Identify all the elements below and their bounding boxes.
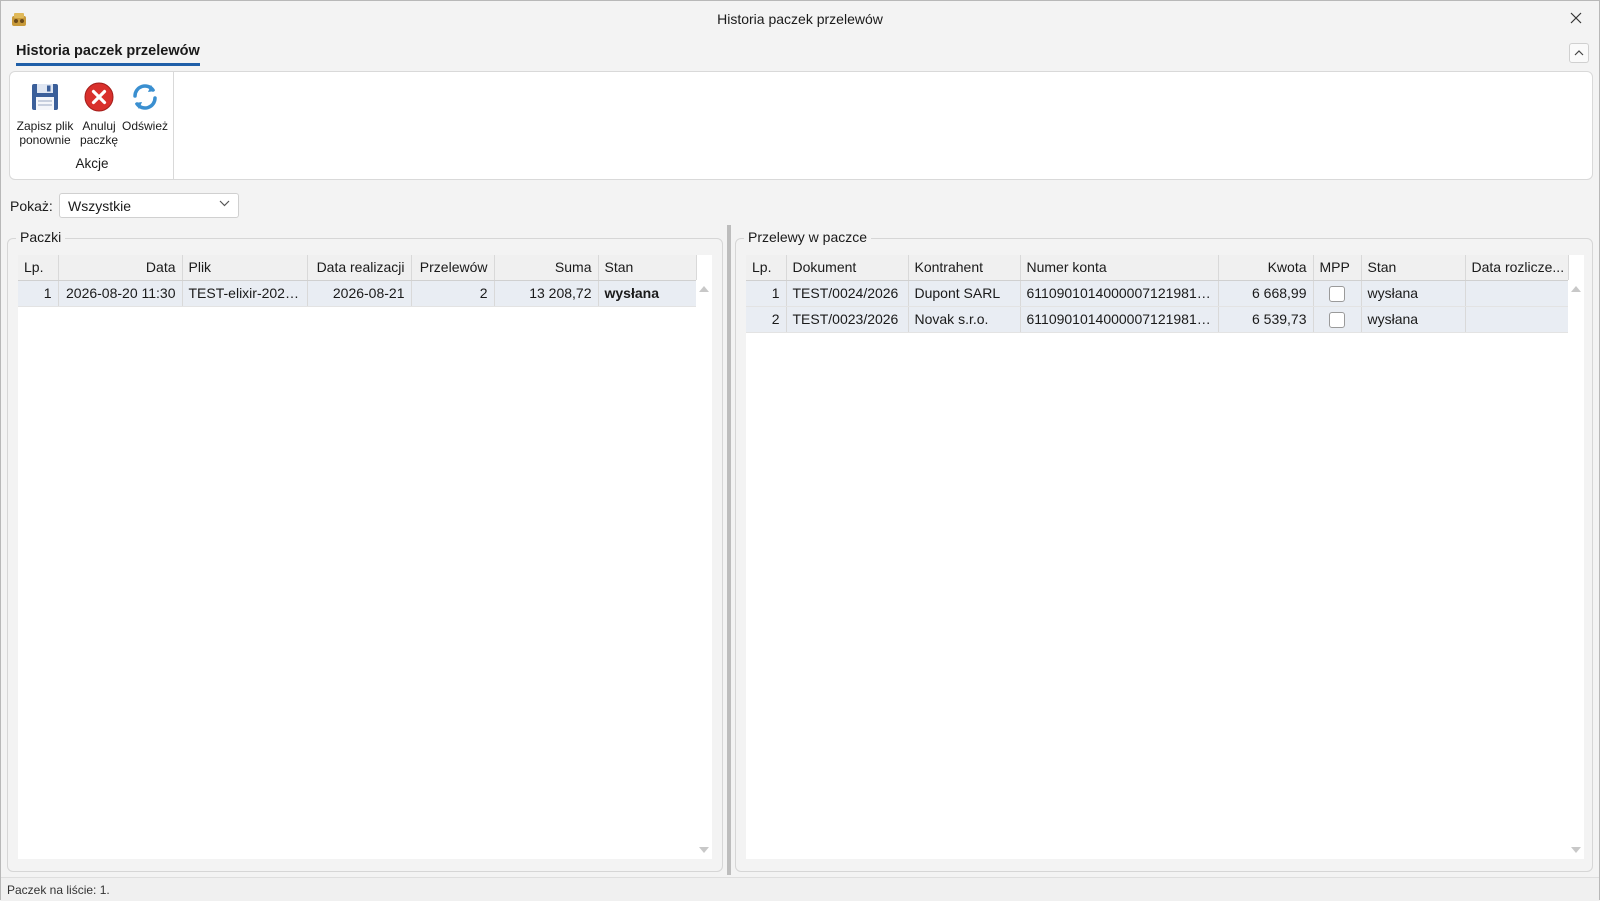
- col-header-realization-date[interactable]: Data realizacji: [307, 255, 412, 281]
- cell-status: wysłana: [598, 280, 697, 307]
- cell-date: 2026-08-20 11:30: [58, 280, 183, 307]
- transfers-scrollbar[interactable]: [1568, 280, 1584, 859]
- panel-splitter[interactable]: [727, 225, 731, 875]
- cell-settlement-date: [1465, 306, 1569, 333]
- cancel-button-label-line2: paczkę: [79, 133, 119, 147]
- main-window: Historia paczek przelewów Historia pacze…: [0, 0, 1600, 901]
- transfers-table: Lp. Dokument Kontrahent Numer konta Kwot…: [746, 255, 1569, 333]
- cancel-package-button[interactable]: Anuluj paczkę: [76, 78, 122, 147]
- cell-lp: 1: [746, 280, 787, 307]
- refresh-button[interactable]: Odśwież: [120, 78, 170, 133]
- col-header-sum[interactable]: Suma: [494, 255, 599, 281]
- cell-transfers-count: 2: [411, 280, 495, 307]
- packages-grid: Lp. Data Plik Data realizacji Przelewów …: [18, 255, 712, 859]
- cell-status: wysłana: [1361, 306, 1466, 333]
- save-button-label-line2: ponownie: [19, 133, 71, 147]
- cell-mpp: [1313, 280, 1362, 307]
- col-header-settlement-date[interactable]: Data rozlicze...: [1465, 255, 1569, 281]
- collapse-ribbon-button[interactable]: [1569, 43, 1589, 63]
- col-header-contractor[interactable]: Kontrahent: [908, 255, 1021, 281]
- cancel-icon: [84, 82, 114, 112]
- table-row[interactable]: 1 TEST/0024/2026 Dupont SARL 61109010140…: [746, 280, 1569, 307]
- cell-account-number: 61109010140000071219814...: [1020, 306, 1219, 333]
- table-row[interactable]: 1 2026-08-20 11:30 TEST-elixir-2026... 2…: [18, 280, 697, 307]
- scroll-up-arrow-icon[interactable]: [699, 286, 709, 292]
- col-header-status[interactable]: Stan: [1361, 255, 1466, 281]
- packages-title: Paczki: [16, 229, 66, 245]
- chevron-up-icon: [1574, 50, 1584, 56]
- cell-realization-date: 2026-08-21: [307, 280, 412, 307]
- chevron-down-icon: [219, 200, 230, 207]
- save-file-again-button[interactable]: Zapisz plik ponownie: [16, 78, 74, 147]
- scroll-up-arrow-icon[interactable]: [1571, 286, 1581, 292]
- scroll-down-arrow-icon[interactable]: [1571, 847, 1581, 853]
- mpp-checkbox[interactable]: [1329, 285, 1345, 302]
- table-row[interactable]: 2 TEST/0023/2026 Novak s.r.o. 6110901014…: [746, 306, 1569, 333]
- col-header-lp[interactable]: Lp.: [18, 255, 59, 281]
- col-header-date[interactable]: Data: [58, 255, 183, 281]
- refresh-button-label: Odśwież: [121, 119, 168, 133]
- col-header-status[interactable]: Stan: [598, 255, 697, 281]
- packages-table: Lp. Data Plik Data realizacji Przelewów …: [18, 255, 697, 307]
- packages-header-row: Lp. Data Plik Data realizacji Przelewów …: [18, 255, 697, 281]
- cell-file: TEST-elixir-2026...: [182, 280, 308, 307]
- col-header-transfers-count[interactable]: Przelewów: [411, 255, 495, 281]
- transfers-header-row: Lp. Dokument Kontrahent Numer konta Kwot…: [746, 255, 1569, 281]
- cell-lp: 2: [746, 306, 787, 333]
- show-filter-select[interactable]: Wszystkie: [59, 193, 239, 218]
- close-button[interactable]: [1553, 1, 1599, 35]
- close-icon: [1570, 12, 1582, 24]
- show-filter-label: Pokaż:: [10, 198, 53, 214]
- ribbon-group-actions: Zapisz plik ponownie Anuluj paczkę Odświ…: [10, 72, 174, 179]
- col-header-account-number[interactable]: Numer konta: [1020, 255, 1219, 281]
- cell-document: TEST/0023/2026: [786, 306, 909, 333]
- transfers-groupbox: Przelewy w paczce Lp. Dokument Kontrahen…: [735, 229, 1593, 872]
- cell-amount: 6 539,73: [1218, 306, 1314, 333]
- packages-scrollbar[interactable]: [696, 280, 712, 859]
- save-button-label-line1: Zapisz plik: [16, 119, 74, 133]
- ribbon-group-label: Akcje: [75, 156, 109, 171]
- cancel-button-label-line1: Anuluj: [82, 119, 116, 133]
- col-header-mpp[interactable]: MPP: [1313, 255, 1362, 281]
- title-bar: Historia paczek przelewów: [1, 1, 1599, 37]
- refresh-icon: [133, 84, 157, 110]
- col-header-lp[interactable]: Lp.: [746, 255, 787, 281]
- col-header-document[interactable]: Dokument: [786, 255, 909, 281]
- cell-status: wysłana: [1361, 280, 1466, 307]
- ribbon-tab-history[interactable]: Historia paczek przelewów: [16, 43, 200, 66]
- col-header-amount[interactable]: Kwota: [1218, 255, 1314, 281]
- cell-contractor: Novak s.r.o.: [908, 306, 1021, 333]
- cell-amount: 6 668,99: [1218, 280, 1314, 307]
- cell-contractor: Dupont SARL: [908, 280, 1021, 307]
- status-bar: Paczek na liście: 1.: [1, 877, 1599, 901]
- show-filter-value: Wszystkie: [68, 198, 131, 214]
- mpp-checkbox[interactable]: [1329, 311, 1345, 328]
- ribbon-panel: Zapisz plik ponownie Anuluj paczkę Odświ…: [9, 71, 1593, 180]
- cell-account-number: 61109010140000071219814...: [1020, 280, 1219, 307]
- scroll-down-arrow-icon[interactable]: [699, 847, 709, 853]
- cell-document: TEST/0024/2026: [786, 280, 909, 307]
- floppy-disk-icon: [32, 84, 58, 110]
- transfers-title: Przelewy w paczce: [744, 229, 872, 245]
- window-title: Historia paczek przelewów: [717, 11, 883, 27]
- cell-settlement-date: [1465, 280, 1569, 307]
- cell-sum: 13 208,72: [494, 280, 599, 307]
- cell-lp: 1: [18, 280, 59, 307]
- cell-mpp: [1313, 306, 1362, 333]
- packages-groupbox: Paczki Lp. Data Plik Data realizacji Prz…: [7, 229, 723, 872]
- transfers-grid: Lp. Dokument Kontrahent Numer konta Kwot…: [746, 255, 1584, 859]
- col-header-file[interactable]: Plik: [182, 255, 308, 281]
